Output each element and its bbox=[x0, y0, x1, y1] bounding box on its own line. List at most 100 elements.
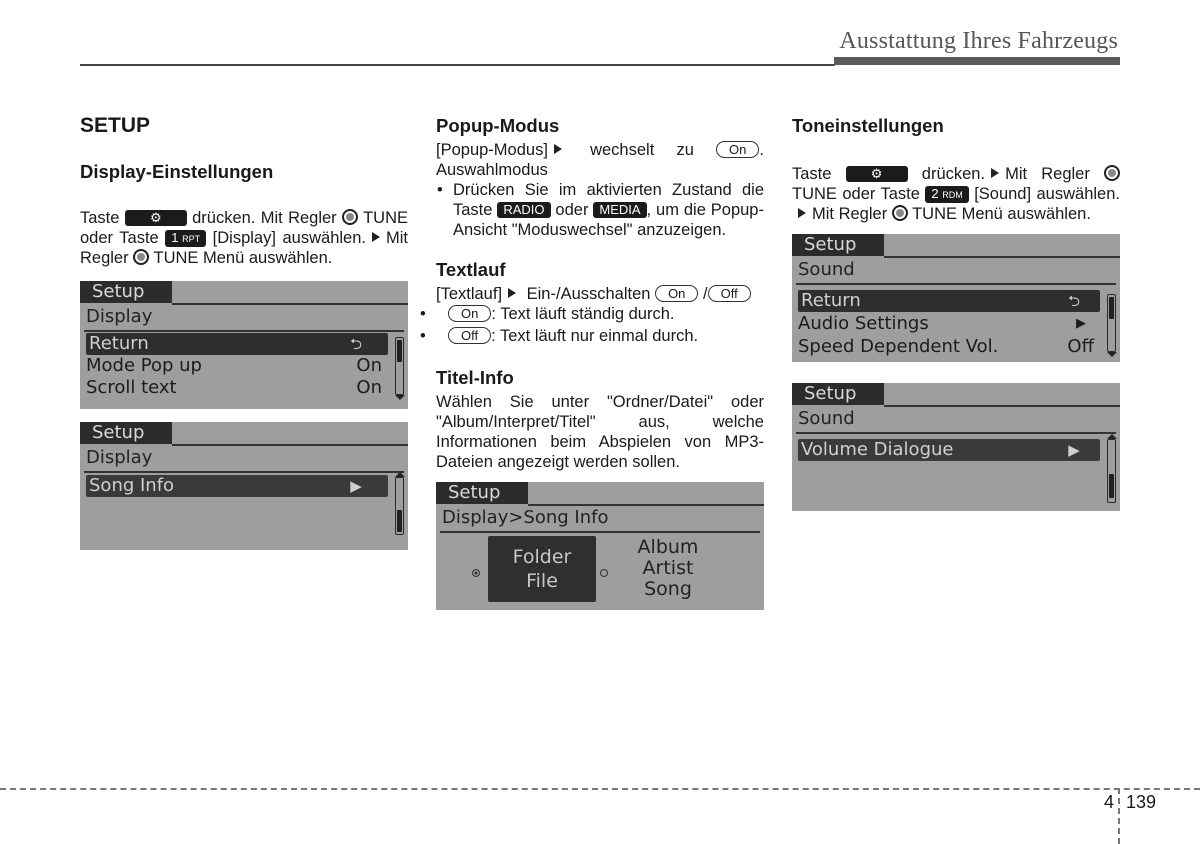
display-instructions: Taste ⚙ drücken. Mit Regler TUNE oder Ta… bbox=[80, 208, 408, 268]
button-2-rdm: 2 RDM bbox=[925, 186, 969, 203]
gear-icon: ⚙ bbox=[870, 166, 883, 181]
radio-button: RADIO bbox=[497, 202, 551, 218]
item-label: Volume Dialogue bbox=[801, 439, 954, 460]
popup-instructions: [Popup-Modus] wechselt zu On. Auswahlmod… bbox=[436, 140, 764, 180]
header-rule bbox=[80, 64, 835, 66]
radio-album-artist-song bbox=[600, 569, 608, 577]
screen-sound-menu: Setup Sound Return ⮌ Audio Settings ▶ Sp… bbox=[792, 234, 1120, 362]
section-title: SETUP bbox=[80, 114, 151, 137]
list-item: Off: Text läuft nur einmal durch. bbox=[420, 326, 764, 346]
divider bbox=[84, 471, 404, 473]
chapter-title: Ausstattung Ihres Fahrzeugs bbox=[839, 28, 1118, 54]
setup-button: ⚙ bbox=[124, 210, 187, 226]
item-label: Audio Settings bbox=[798, 313, 929, 334]
radio-folder-file bbox=[472, 569, 480, 577]
scroll-thumb bbox=[397, 340, 402, 362]
scroll-thumb bbox=[397, 510, 402, 532]
text: TUNE Menü auswählen. bbox=[153, 249, 333, 267]
item-value: On bbox=[356, 377, 382, 398]
subtitle-titel-info: Titel-Info bbox=[436, 367, 514, 388]
divider bbox=[440, 531, 760, 533]
btn-sub: RPT bbox=[182, 234, 201, 244]
scroll-down-icon bbox=[1107, 352, 1117, 357]
option-album-artist-song: Album Artist Song bbox=[622, 537, 714, 600]
text: drücken. bbox=[921, 165, 986, 183]
chevron-right-icon: ▶ bbox=[1076, 316, 1086, 331]
text: Taste bbox=[80, 209, 120, 227]
menu-item-audio-settings: Audio Settings bbox=[798, 313, 929, 335]
tune-knob-icon bbox=[133, 249, 150, 265]
screen-breadcrumb: Display bbox=[86, 306, 153, 327]
screen-tab: Setup bbox=[436, 482, 528, 504]
text: [Popup-Modus] bbox=[436, 141, 548, 159]
subtitle-sound: Toneinstellungen bbox=[792, 115, 944, 136]
btn-sub: RDM bbox=[942, 190, 963, 200]
tune-knob-icon bbox=[891, 205, 908, 221]
screen-breadcrumb: Sound bbox=[798, 408, 855, 429]
option-line: Folder bbox=[512, 546, 572, 568]
item-label: Return bbox=[89, 333, 149, 354]
screen-display-menu: Setup Display Return ⮌ Mode Pop up On Sc… bbox=[80, 281, 408, 409]
return-icon: ⮌ bbox=[324, 333, 388, 355]
screen-song-info-options: Setup Display>Song Info Folder File Albu… bbox=[436, 482, 764, 610]
textlauf-instructions: [Textlauf] Ein-/Ausschalten On / Off bbox=[436, 284, 764, 304]
screen-tab: Setup bbox=[792, 383, 884, 405]
setup-button: ⚙ bbox=[845, 166, 908, 182]
screen-tab: Setup bbox=[80, 422, 172, 444]
column-display-settings: SETUP Display-Einstellungen Taste ⚙ drüc… bbox=[80, 110, 408, 550]
on-badge: On bbox=[655, 285, 699, 302]
return-icon: ⮌ bbox=[1048, 290, 1100, 312]
text: auswählen. bbox=[282, 229, 366, 247]
option-line: Album bbox=[637, 536, 699, 558]
button-1-rpt: 1 RPT bbox=[165, 230, 207, 247]
footer-divider bbox=[1118, 788, 1120, 844]
menu-item-mode-popup: Mode Pop up bbox=[86, 355, 202, 377]
option-line: Song bbox=[644, 578, 692, 600]
option-folder-file: Folder File bbox=[488, 536, 596, 602]
text: [Textlauf] bbox=[436, 285, 503, 303]
text: Mit Regler bbox=[812, 205, 888, 223]
menu-item-return: Return bbox=[86, 333, 338, 355]
divider bbox=[884, 256, 1120, 258]
text: [Sound] auswählen. bbox=[974, 185, 1120, 203]
screen-breadcrumb: Display bbox=[86, 447, 153, 468]
footer-rule bbox=[0, 788, 1200, 790]
column-popup-textlauf: Popup-Modus [Popup-Modus] wechselt zu On… bbox=[420, 110, 764, 610]
menu-item-volume-dialogue: Volume Dialogue bbox=[798, 439, 1050, 461]
screen-tab: Setup bbox=[792, 234, 884, 256]
text: drücken. Mit Regler bbox=[192, 209, 337, 227]
screen-volume-dialogue: Setup Sound Volume Dialogue ▶ bbox=[792, 383, 1120, 511]
divider bbox=[172, 444, 408, 446]
scrollbar bbox=[1107, 439, 1116, 503]
arrow-right-icon bbox=[798, 208, 806, 218]
media-button: MEDIA bbox=[593, 202, 647, 218]
divider bbox=[796, 283, 1116, 285]
on-badge: On bbox=[716, 141, 760, 158]
chapter-number: 4 bbox=[1104, 792, 1115, 812]
textlauf-bullets: On: Text läuft ständig durch. Off: Text … bbox=[420, 304, 764, 346]
divider bbox=[884, 405, 1120, 407]
chevron-right-icon: ▶ bbox=[1048, 439, 1100, 461]
item-label: Song Info bbox=[89, 475, 175, 496]
btn-num: 1 bbox=[171, 230, 179, 245]
item-label: Return bbox=[801, 290, 861, 311]
subtitle-textlauf: Textlauf bbox=[436, 259, 506, 280]
text: : Text läuft ständig durch. bbox=[491, 305, 675, 323]
text: oder bbox=[555, 201, 589, 219]
divider bbox=[84, 330, 404, 332]
sound-instructions: Taste ⚙ drücken. Mit Regler TUNE oder Tas… bbox=[792, 164, 1121, 224]
text: TUNE Menü auswählen. bbox=[912, 205, 1091, 223]
tune-knob-icon bbox=[1104, 165, 1121, 181]
chevron-right-icon: ▶ bbox=[324, 475, 388, 497]
text: wechselt zu bbox=[590, 141, 694, 159]
scrollbar bbox=[395, 477, 404, 535]
popup-bullets: Drücken Sie im aktivierten Zustand die T… bbox=[436, 180, 764, 240]
off-badge: Off bbox=[448, 327, 492, 344]
scrollbar bbox=[1107, 294, 1116, 352]
text: [Display] bbox=[212, 229, 276, 247]
text: TUNE oder Taste bbox=[792, 185, 920, 203]
list-item: On: Text läuft ständig durch. bbox=[420, 304, 764, 324]
text: Mit Regler bbox=[1005, 165, 1090, 183]
item-value: Off bbox=[1067, 336, 1094, 357]
screen-breadcrumb: Display>Song Info bbox=[442, 507, 609, 528]
